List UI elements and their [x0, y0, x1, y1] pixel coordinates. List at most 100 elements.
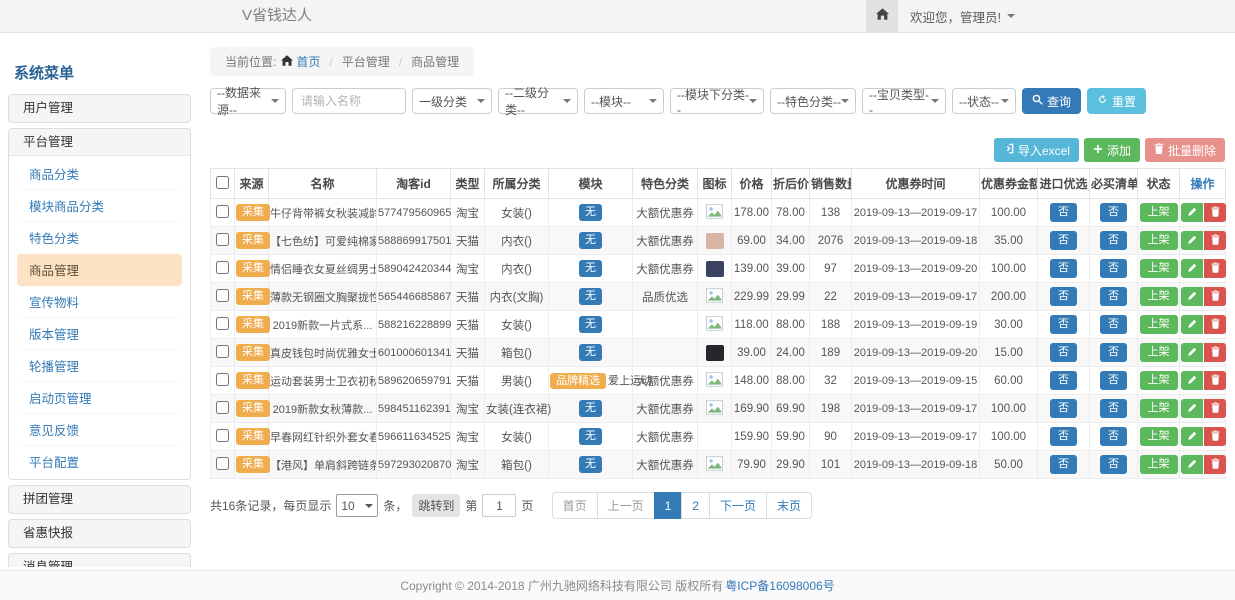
import-select-toggle[interactable]: 否	[1050, 371, 1077, 389]
user-menu[interactable]: 欢迎您，管理员!	[898, 0, 1027, 32]
must-buy-toggle[interactable]: 否	[1100, 343, 1127, 361]
delete-button[interactable]	[1204, 455, 1226, 474]
edit-button[interactable]	[1181, 399, 1203, 418]
delete-button[interactable]	[1204, 427, 1226, 446]
status-toggle[interactable]: 上架	[1140, 371, 1178, 389]
sidebar-subitem[interactable]: 平台配置	[17, 446, 182, 477]
edit-button[interactable]	[1181, 371, 1203, 390]
filter-select[interactable]: --特色分类--	[770, 88, 856, 114]
import-select-toggle[interactable]: 否	[1050, 315, 1077, 333]
pager-prev[interactable]: 上一页	[597, 492, 655, 519]
edit-button[interactable]	[1181, 287, 1203, 306]
status-toggle[interactable]: 上架	[1140, 455, 1178, 473]
sidebar-subitem[interactable]: 意见反馈	[17, 414, 182, 446]
page-number-input[interactable]	[482, 494, 516, 517]
pager-next[interactable]: 下一页	[709, 492, 767, 519]
filter-select[interactable]: --宝贝类型--	[862, 88, 946, 114]
import-select-toggle[interactable]: 否	[1050, 259, 1077, 277]
edit-button[interactable]	[1181, 259, 1203, 278]
sidebar-subitem[interactable]: 特色分类	[17, 222, 182, 254]
sidebar-section[interactable]: 消息管理	[8, 553, 191, 567]
sidebar-subitem[interactable]: 版本管理	[17, 318, 182, 350]
filter-select[interactable]: --二级分类--	[498, 88, 578, 114]
delete-button[interactable]	[1204, 287, 1226, 306]
must-buy-toggle[interactable]: 否	[1100, 455, 1127, 473]
status-toggle[interactable]: 上架	[1140, 287, 1178, 305]
row-checkbox[interactable]	[216, 373, 229, 386]
delete-button[interactable]	[1204, 343, 1226, 362]
row-checkbox[interactable]	[216, 429, 229, 442]
status-toggle[interactable]: 上架	[1140, 399, 1178, 417]
row-checkbox[interactable]	[216, 317, 229, 330]
query-button[interactable]: 查询	[1022, 88, 1081, 114]
edit-button[interactable]	[1181, 315, 1203, 334]
status-toggle[interactable]: 上架	[1140, 343, 1178, 361]
select-all-checkbox[interactable]	[216, 176, 229, 189]
import-select-toggle[interactable]: 否	[1050, 203, 1077, 221]
edit-button[interactable]	[1181, 203, 1203, 222]
sidebar-subitem-active[interactable]: 商品管理	[17, 254, 182, 286]
status-toggle[interactable]: 上架	[1140, 427, 1178, 445]
sidebar-subitem[interactable]: 宣传物料	[17, 286, 182, 318]
add-button[interactable]: 添加	[1084, 138, 1140, 162]
jump-button[interactable]: 跳转到	[412, 494, 460, 517]
filter-select[interactable]: --模块下分类--	[670, 88, 764, 114]
delete-button[interactable]	[1204, 399, 1226, 418]
reset-button[interactable]: 重置	[1087, 88, 1146, 114]
name-search-input[interactable]	[292, 88, 406, 114]
delete-button[interactable]	[1204, 315, 1226, 334]
filter-select[interactable]: --模块--	[584, 88, 664, 114]
row-checkbox[interactable]	[216, 233, 229, 246]
pager-page-1[interactable]: 1	[654, 492, 683, 519]
must-buy-toggle[interactable]: 否	[1100, 287, 1127, 305]
filter-select[interactable]: 一级分类	[412, 88, 492, 114]
sidebar-section[interactable]: 省惠快报	[8, 519, 191, 548]
must-buy-toggle[interactable]: 否	[1100, 427, 1127, 445]
sidebar-section-platform[interactable]: 平台管理 商品分类模块商品分类特色分类商品管理宣传物料版本管理轮播管理启动页管理…	[8, 128, 191, 480]
sidebar-subitem[interactable]: 商品分类	[17, 158, 182, 190]
import-select-toggle[interactable]: 否	[1050, 231, 1077, 249]
pager-last[interactable]: 末页	[766, 492, 812, 519]
pager-first[interactable]: 首页	[552, 492, 598, 519]
delete-button[interactable]	[1204, 259, 1226, 278]
edit-button[interactable]	[1181, 231, 1203, 250]
row-checkbox[interactable]	[216, 345, 229, 358]
per-page-select[interactable]: 10	[336, 494, 378, 517]
must-buy-toggle[interactable]: 否	[1100, 399, 1127, 417]
row-checkbox[interactable]	[216, 401, 229, 414]
row-checkbox[interactable]	[216, 457, 229, 470]
breadcrumb-home-link[interactable]: 首页	[281, 53, 320, 70]
status-toggle[interactable]: 上架	[1140, 315, 1178, 333]
import-select-toggle[interactable]: 否	[1050, 399, 1077, 417]
row-checkbox[interactable]	[216, 205, 229, 218]
import-select-toggle[interactable]: 否	[1050, 455, 1077, 473]
home-button[interactable]	[866, 0, 898, 32]
import-excel-button[interactable]: 导入excel	[994, 138, 1079, 162]
import-select-toggle[interactable]: 否	[1050, 343, 1077, 361]
status-toggle[interactable]: 上架	[1140, 259, 1178, 277]
row-checkbox[interactable]	[216, 261, 229, 274]
delete-button[interactable]	[1204, 203, 1226, 222]
status-toggle[interactable]: 上架	[1140, 203, 1178, 221]
import-select-toggle[interactable]: 否	[1050, 427, 1077, 445]
edit-button[interactable]	[1181, 455, 1203, 474]
delete-button[interactable]	[1204, 371, 1226, 390]
must-buy-toggle[interactable]: 否	[1100, 203, 1127, 221]
edit-button[interactable]	[1181, 343, 1203, 362]
import-select-toggle[interactable]: 否	[1050, 287, 1077, 305]
delete-button[interactable]	[1204, 231, 1226, 250]
must-buy-toggle[interactable]: 否	[1100, 231, 1127, 249]
sidebar-subitem[interactable]: 轮播管理	[17, 350, 182, 382]
filter-select[interactable]: --数据来源--	[210, 88, 286, 114]
status-toggle[interactable]: 上架	[1140, 231, 1178, 249]
sidebar-subitem[interactable]: 启动页管理	[17, 382, 182, 414]
sidebar-section[interactable]: 拼团管理	[8, 485, 191, 514]
must-buy-toggle[interactable]: 否	[1100, 371, 1127, 389]
pager-page-2[interactable]: 2	[681, 492, 710, 519]
icp-link[interactable]: 粤ICP备16098006号	[725, 577, 834, 594]
must-buy-toggle[interactable]: 否	[1100, 259, 1127, 277]
batch-delete-button[interactable]: 批量删除	[1145, 138, 1225, 162]
sidebar-section-users[interactable]: 用户管理	[8, 94, 191, 123]
sidebar-subitem[interactable]: 模块商品分类	[17, 190, 182, 222]
must-buy-toggle[interactable]: 否	[1100, 315, 1127, 333]
